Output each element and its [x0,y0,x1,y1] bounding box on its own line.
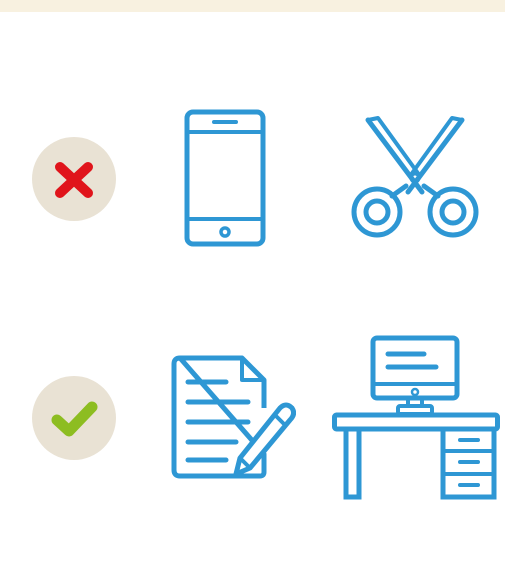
cross-icon [55,162,93,198]
not-allowed-badge [32,137,116,221]
computer-desk-icon [332,335,500,500]
top-bar [0,0,505,12]
scissors-icon [351,116,479,238]
document-pen-icon [171,355,296,479]
checkmark-icon [51,401,98,437]
allowed-badge [32,376,116,460]
smartphone-icon [184,109,266,247]
